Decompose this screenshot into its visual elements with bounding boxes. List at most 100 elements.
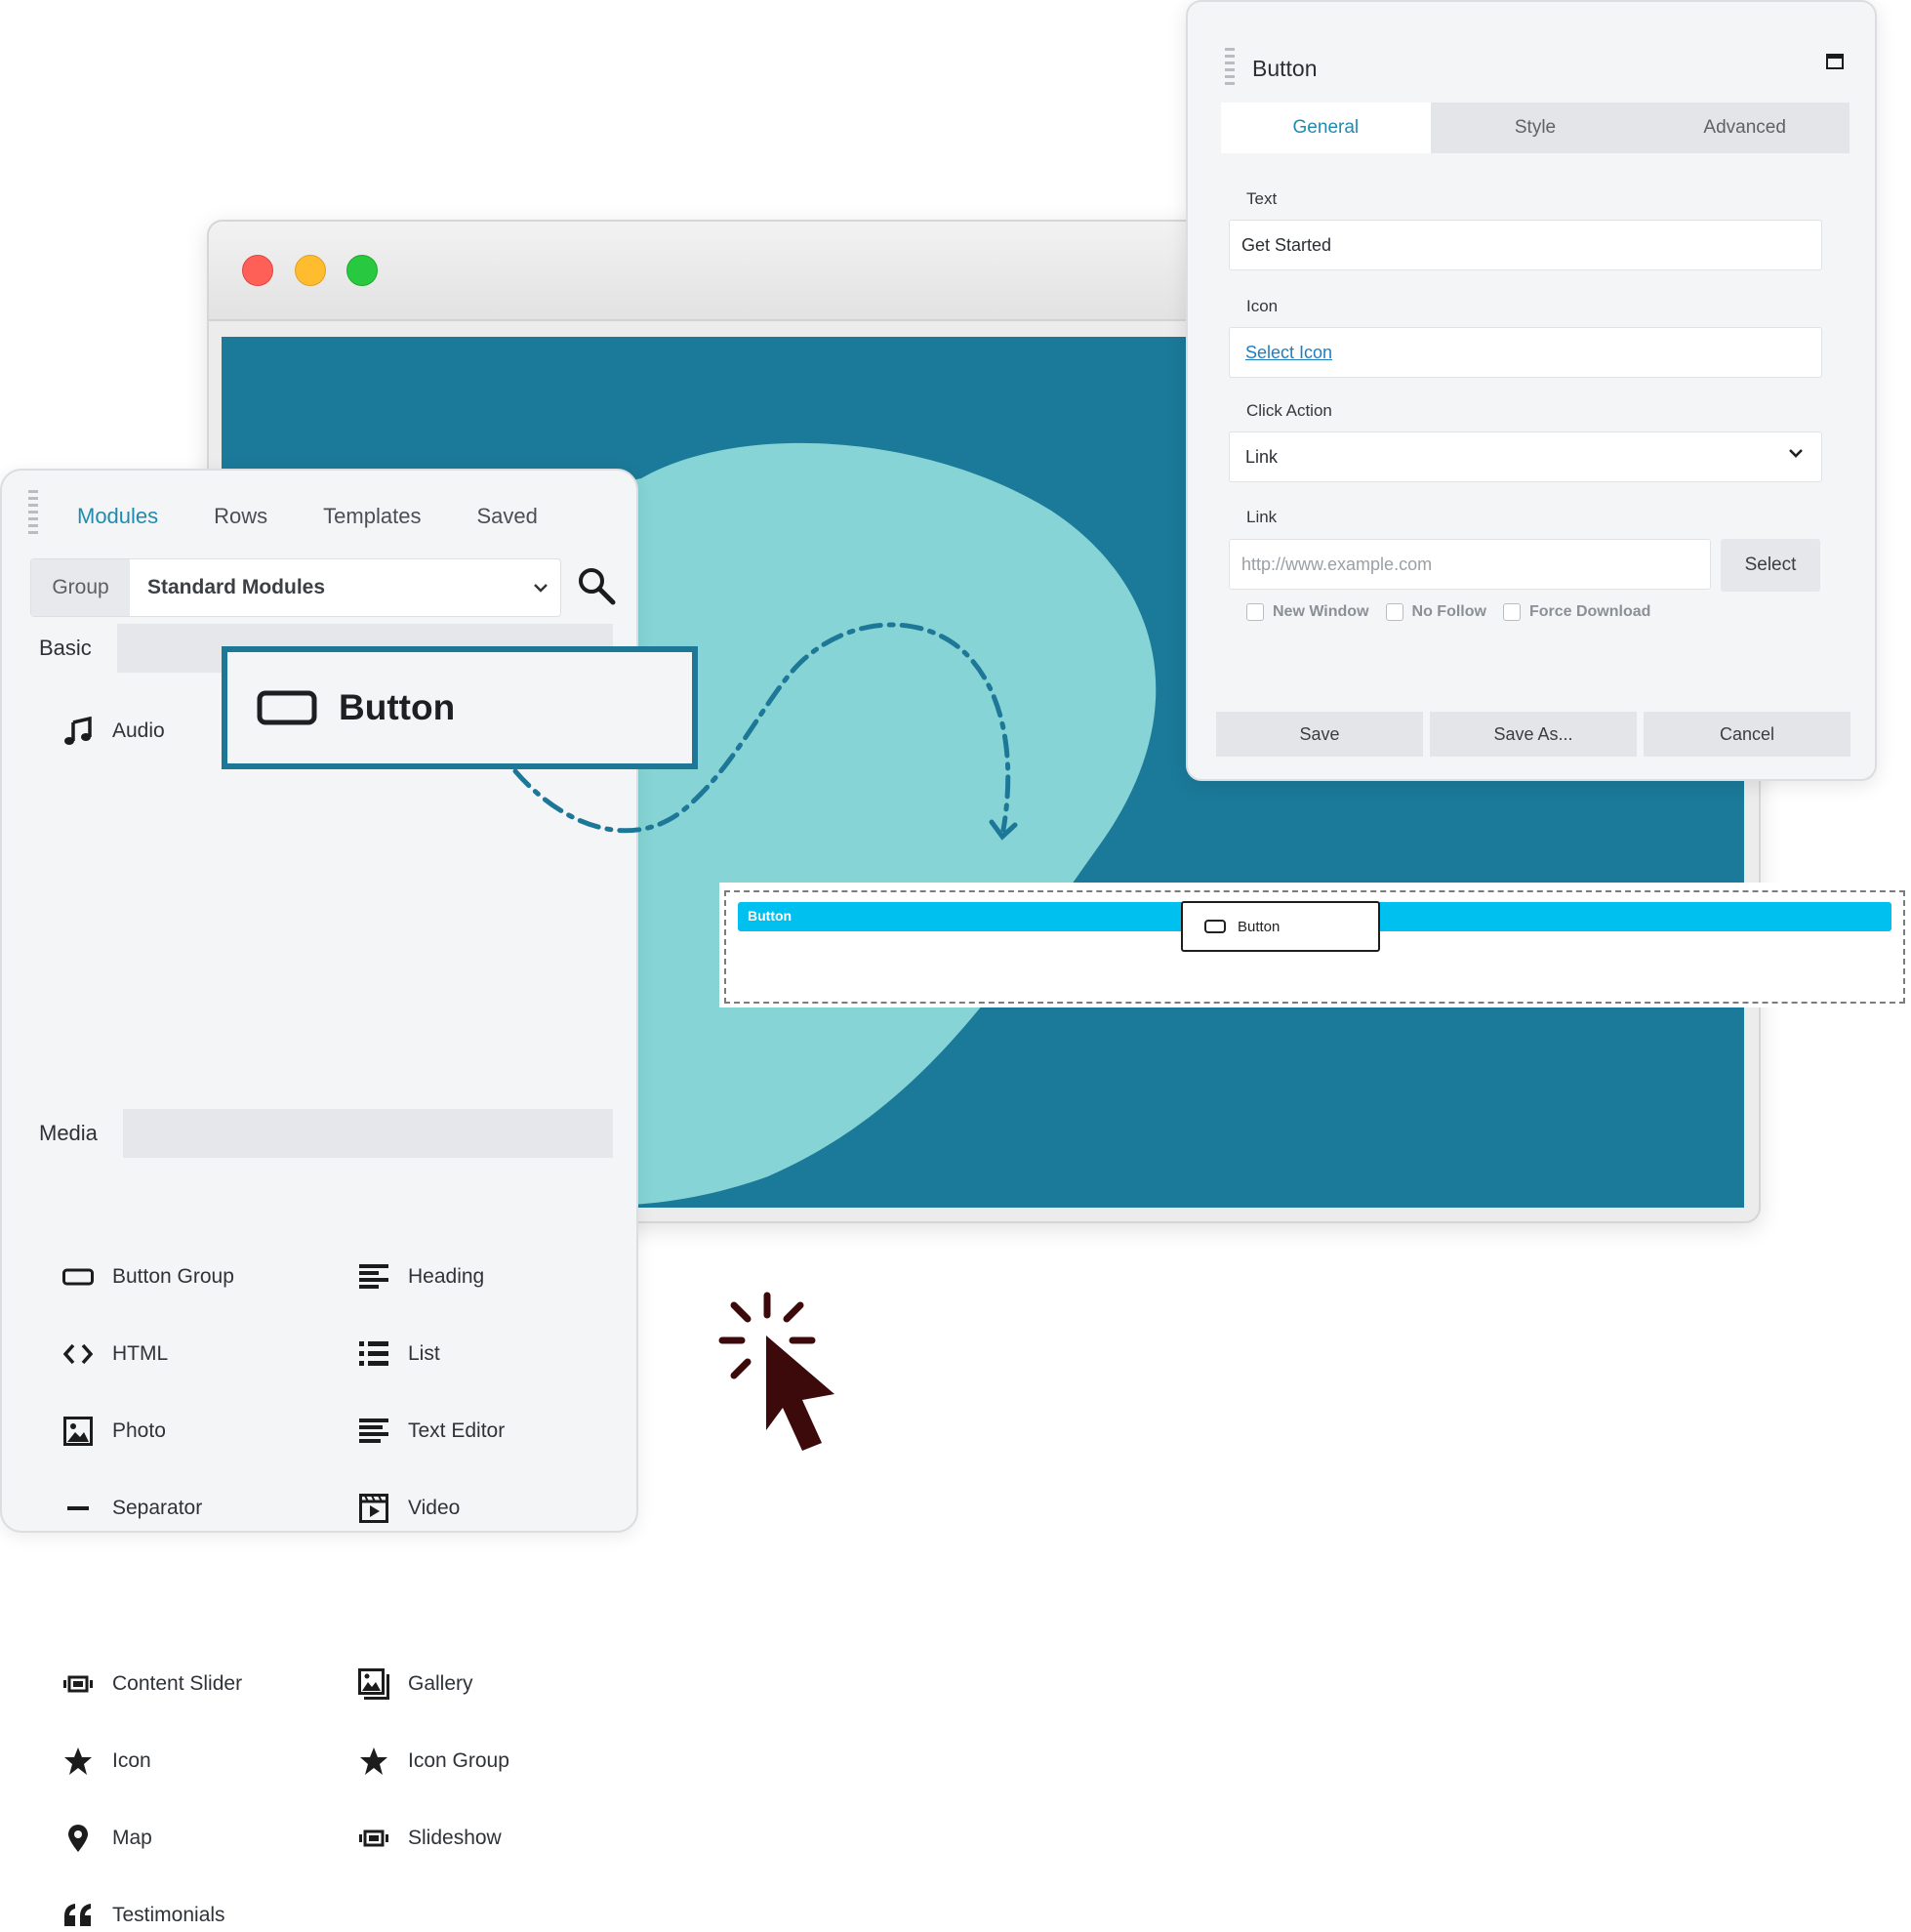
button-icon: [1204, 920, 1226, 933]
module-text-editor[interactable]: Text Editor: [357, 1415, 505, 1448]
quote-icon: [64, 1904, 91, 1926]
click-action-label: Click Action: [1246, 401, 1332, 420]
separator-icon: [67, 1506, 89, 1510]
checkbox-box[interactable]: [1502, 603, 1521, 621]
checkbox-box[interactable]: [1385, 603, 1403, 621]
module-content-slider[interactable]: Content Slider: [61, 1667, 242, 1701]
module-gallery-label: Gallery: [408, 1672, 473, 1695]
select-icon-link[interactable]: Select Icon: [1229, 327, 1822, 378]
module-heading[interactable]: Heading: [357, 1260, 484, 1294]
no-follow-checkbox[interactable]: No Follow: [1385, 603, 1486, 621]
drop-zone[interactable]: Button Button: [724, 890, 1905, 1004]
no-follow-label: No Follow: [1411, 603, 1486, 620]
maximize-window-button[interactable]: [346, 255, 378, 286]
module-html-label: HTML: [112, 1342, 169, 1365]
dragged-module-label: Button: [1238, 918, 1281, 935]
module-map[interactable]: Map: [61, 1822, 152, 1855]
module-heading-label: Heading: [408, 1265, 485, 1288]
button-icon: [62, 1268, 94, 1286]
tab-rows[interactable]: Rows: [214, 504, 267, 529]
module-button-group[interactable]: Button Group: [61, 1260, 234, 1294]
module-icon-label: Icon: [112, 1749, 151, 1772]
dialog-title: Button: [1252, 56, 1318, 81]
drag-handle-icon[interactable]: [28, 490, 38, 539]
dragged-button-card[interactable]: Button: [222, 646, 698, 769]
module-separator-label: Separator: [112, 1497, 203, 1519]
tab-modules[interactable]: Modules: [77, 504, 158, 529]
dialog-tabs: General Style Advanced: [1221, 103, 1850, 153]
panel-tabs: Modules Rows Templates Saved: [77, 504, 593, 529]
link-field-label: Link: [1246, 508, 1278, 526]
section-basic-label: Basic: [16, 624, 117, 673]
section-media-header: Media: [16, 1109, 613, 1158]
group-label: Group: [31, 559, 130, 616]
module-photo[interactable]: Photo: [61, 1415, 166, 1448]
text-editor-icon: [359, 1418, 388, 1443]
module-slideshow[interactable]: Slideshow: [357, 1822, 502, 1855]
module-gallery[interactable]: Gallery: [357, 1667, 473, 1701]
slider-icon: [359, 1829, 388, 1847]
text-field-label: Text: [1246, 189, 1278, 208]
module-testimonials-label: Testimonials: [112, 1904, 225, 1926]
search-icon[interactable]: [576, 565, 617, 606]
button-icon: [257, 690, 317, 725]
module-html[interactable]: HTML: [61, 1337, 168, 1371]
module-text-editor-label: Text Editor: [408, 1419, 506, 1442]
save-as-button[interactable]: Save As...: [1430, 712, 1637, 757]
modules-panel: Modules Rows Templates Saved Group Stand…: [0, 469, 638, 1926]
heading-icon: [359, 1264, 388, 1289]
group-select[interactable]: Group Standard Modules: [30, 558, 561, 617]
module-video-label: Video: [408, 1497, 461, 1519]
minimize-window-button[interactable]: [295, 255, 326, 286]
dragged-module-chip[interactable]: Button: [1181, 901, 1380, 952]
photo-icon: [63, 1417, 93, 1446]
save-button[interactable]: Save: [1216, 712, 1423, 757]
new-window-checkbox[interactable]: New Window: [1246, 603, 1369, 621]
module-list[interactable]: List: [357, 1337, 440, 1371]
module-separator[interactable]: Separator: [61, 1492, 202, 1525]
star-icon: [360, 1747, 387, 1775]
star-icon: [64, 1747, 92, 1775]
drag-handle-icon[interactable]: [1225, 48, 1235, 91]
module-content-slider-label: Content Slider: [112, 1672, 243, 1695]
close-window-button[interactable]: [242, 255, 273, 286]
section-media-label: Media: [16, 1109, 123, 1158]
gallery-icon: [358, 1668, 389, 1700]
dragged-card-label: Button: [339, 687, 456, 727]
group-value: Standard Modules: [147, 576, 326, 598]
module-testimonials[interactable]: Testimonials: [61, 1899, 225, 1932]
maximize-icon[interactable]: [1826, 54, 1844, 69]
link-select-button[interactable]: Select: [1721, 539, 1820, 592]
icon-field-label: Icon: [1246, 297, 1279, 315]
button-settings-dialog: Button General Style Advanced Text Get S…: [1186, 0, 1877, 781]
tab-style[interactable]: Style: [1431, 103, 1641, 153]
link-options: New Window No Follow Force Download: [1246, 603, 1667, 621]
chevron-down-icon: [534, 584, 548, 593]
module-map-label: Map: [112, 1827, 152, 1849]
click-action-value: Link: [1245, 446, 1279, 467]
module-icon[interactable]: Icon: [61, 1745, 151, 1778]
force-download-checkbox[interactable]: Force Download: [1502, 603, 1651, 621]
tab-general[interactable]: General: [1221, 103, 1431, 153]
force-download-label: Force Download: [1528, 603, 1651, 620]
code-icon: [63, 1343, 93, 1365]
module-slideshow-label: Slideshow: [408, 1827, 502, 1849]
text-input[interactable]: Get Started: [1229, 220, 1822, 270]
module-icon-group[interactable]: Icon Group: [357, 1745, 509, 1778]
link-url-input[interactable]: http://www.example.com: [1229, 539, 1711, 590]
module-button-group-label: Button Group: [112, 1265, 234, 1288]
video-icon: [359, 1494, 388, 1523]
module-photo-label: Photo: [112, 1419, 166, 1442]
click-cursor-icon: [718, 1292, 834, 1451]
module-audio[interactable]: Audio: [61, 715, 165, 748]
tab-templates[interactable]: Templates: [323, 504, 421, 529]
tab-advanced[interactable]: Advanced: [1640, 103, 1850, 153]
tab-saved[interactable]: Saved: [476, 504, 537, 529]
map-pin-icon: [68, 1825, 88, 1852]
module-video[interactable]: Video: [357, 1492, 460, 1525]
module-icon-group-label: Icon Group: [408, 1749, 509, 1772]
cancel-button[interactable]: Cancel: [1644, 712, 1850, 757]
click-action-select[interactable]: Link: [1229, 432, 1822, 482]
checkbox-box[interactable]: [1246, 603, 1264, 621]
chevron-down-icon: [1789, 449, 1803, 458]
